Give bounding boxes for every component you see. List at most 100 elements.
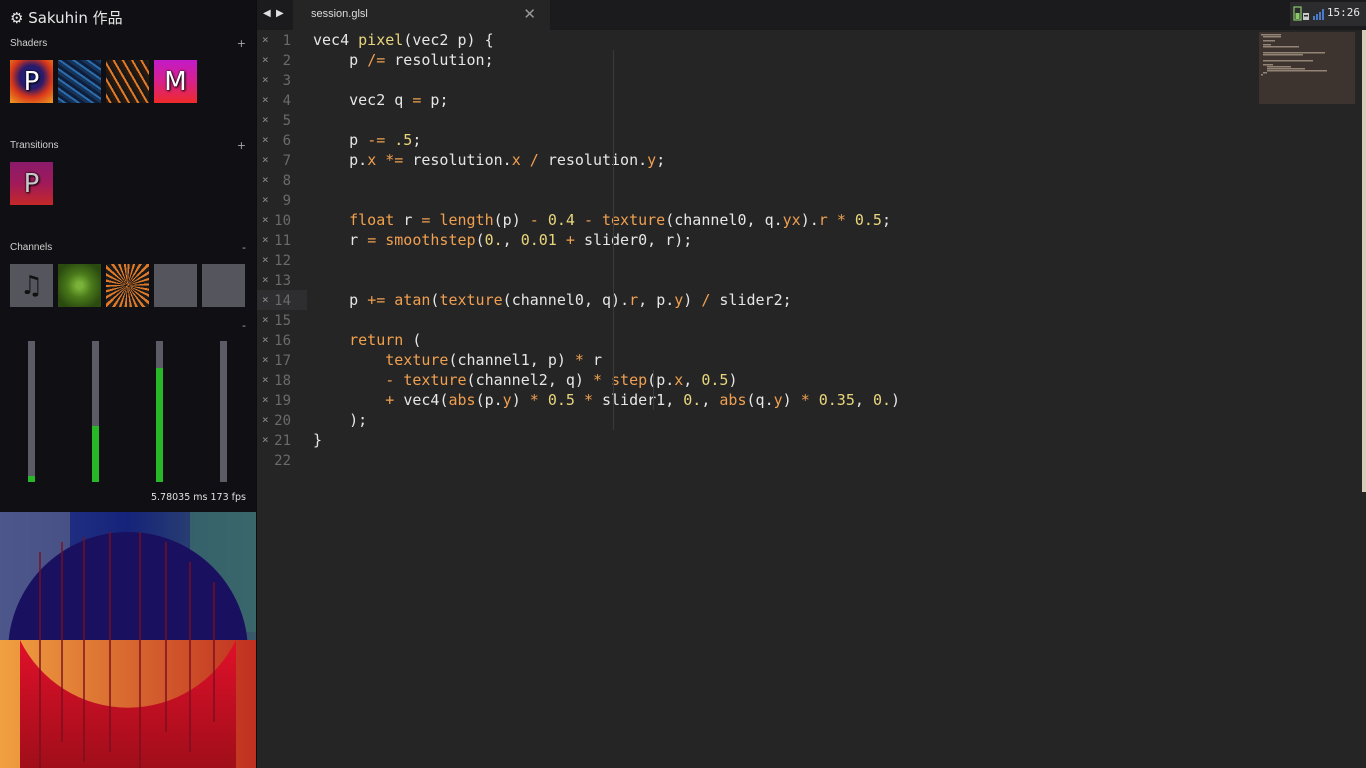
gutter-line[interactable]: × 10 bbox=[257, 210, 307, 230]
channel-slot-2[interactable] bbox=[58, 264, 101, 307]
gutter-mark-icon[interactable]: × bbox=[262, 273, 269, 286]
gutter-mark-icon[interactable]: × bbox=[262, 393, 269, 406]
gutter-line[interactable]: × 1 bbox=[257, 30, 307, 50]
tab-bar: ◀ ▶ session.glsl ✕ 15:26 bbox=[257, 0, 1366, 30]
tab-nav-forward-button[interactable]: ▶ bbox=[276, 8, 284, 19]
gutter-mark-icon[interactable]: × bbox=[262, 33, 269, 46]
gutter-line[interactable]: × 2 bbox=[257, 50, 307, 70]
gutter-line[interactable]: × 15 bbox=[257, 310, 307, 330]
code-line[interactable] bbox=[313, 190, 900, 210]
gutter-line[interactable]: × 14 bbox=[257, 290, 307, 310]
code-line[interactable]: vec4 pixel(vec2 p) { bbox=[313, 30, 900, 50]
gutter-line[interactable]: × 19 bbox=[257, 390, 307, 410]
code-line[interactable]: vec2 q = p; bbox=[313, 90, 900, 110]
gutter-mark-icon[interactable]: × bbox=[262, 133, 269, 146]
gutter-line[interactable]: × 17 bbox=[257, 350, 307, 370]
transition-thumb-1[interactable]: P bbox=[10, 162, 53, 205]
code-area[interactable]: vec4 pixel(vec2 p) { p /= resolution; ve… bbox=[313, 30, 900, 470]
gutter-line[interactable]: × 8 bbox=[257, 170, 307, 190]
remove-channel-button[interactable]: - bbox=[242, 241, 246, 254]
signal-icon bbox=[1313, 9, 1324, 20]
channel-slot-4[interactable] bbox=[154, 264, 197, 307]
code-line[interactable] bbox=[313, 110, 900, 130]
gutter-mark-icon[interactable]: × bbox=[262, 373, 269, 386]
code-line[interactable]: - texture(channel2, q) * step(p.x, 0.5) bbox=[313, 370, 900, 390]
minimap-preview bbox=[1261, 34, 1327, 76]
gutter-mark-icon[interactable]: × bbox=[262, 73, 269, 86]
code-line[interactable]: p += atan(texture(channel0, q).r, p.y) /… bbox=[313, 290, 900, 310]
gutter-mark-icon[interactable]: × bbox=[262, 213, 269, 226]
gutter-line[interactable]: × 7 bbox=[257, 150, 307, 170]
gutter-line[interactable]: × 3 bbox=[257, 70, 307, 90]
code-line[interactable] bbox=[313, 170, 900, 190]
code-line[interactable]: p -= .5; bbox=[313, 130, 900, 150]
gutter-mark-icon[interactable]: × bbox=[262, 353, 269, 366]
code-line[interactable]: return ( bbox=[313, 330, 900, 350]
vertical-scrollbar[interactable] bbox=[1362, 30, 1366, 492]
code-line[interactable]: p.x *= resolution.x / resolution.y; bbox=[313, 150, 900, 170]
add-transition-button[interactable]: + bbox=[237, 139, 246, 152]
code-line[interactable]: + vec4(abs(p.y) * 0.5 * slider1, 0., abs… bbox=[313, 390, 900, 410]
gutter-mark-icon[interactable]: × bbox=[262, 153, 269, 166]
code-line[interactable]: texture(channel1, p) * r bbox=[313, 350, 900, 370]
gutter-mark-icon[interactable]: × bbox=[262, 233, 269, 246]
code-line[interactable] bbox=[313, 270, 900, 290]
gutter-line[interactable]: × 13 bbox=[257, 270, 307, 290]
slider-3[interactable] bbox=[220, 341, 227, 482]
tab-session-glsl[interactable]: session.glsl ✕ bbox=[293, 0, 550, 30]
shader-thumb-3[interactable] bbox=[106, 60, 149, 103]
channel-slot-3[interactable] bbox=[106, 264, 149, 307]
code-editor[interactable]: ◀ ▶ session.glsl ✕ 15:26 × 1 × 2 × 3 × 4… bbox=[257, 0, 1366, 768]
channel-slot-5[interactable] bbox=[202, 264, 245, 307]
line-number: 22 bbox=[274, 453, 291, 469]
gutter-line[interactable]: × 6 bbox=[257, 130, 307, 150]
tab-nav-back-button[interactable]: ◀ bbox=[263, 8, 271, 19]
code-line[interactable]: p /= resolution; bbox=[313, 50, 900, 70]
code-line[interactable] bbox=[313, 250, 900, 270]
gutter-mark-icon[interactable]: × bbox=[262, 253, 269, 266]
shader-thumb-2[interactable] bbox=[58, 60, 101, 103]
slider-2[interactable] bbox=[156, 341, 163, 482]
gutter-line[interactable]: × 18 bbox=[257, 370, 307, 390]
line-number: 5 bbox=[282, 113, 291, 129]
code-line[interactable]: float r = length(p) - 0.4 - texture(chan… bbox=[313, 210, 900, 230]
code-line[interactable] bbox=[313, 70, 900, 90]
gutter-mark-icon[interactable]: × bbox=[262, 413, 269, 426]
shader-thumb-2-letter bbox=[58, 60, 101, 103]
shader-thumb-4[interactable]: M bbox=[154, 60, 197, 103]
gutter-line[interactable]: × 5 bbox=[257, 110, 307, 130]
tab-close-icon[interactable]: ✕ bbox=[523, 5, 536, 23]
minimap[interactable] bbox=[1259, 32, 1355, 104]
gutter-mark-icon[interactable]: × bbox=[262, 193, 269, 206]
gutter-mark-icon[interactable]: × bbox=[262, 313, 269, 326]
code-line[interactable] bbox=[313, 450, 900, 470]
line-number: 11 bbox=[274, 233, 291, 249]
shader-thumb-1[interactable]: P bbox=[10, 60, 53, 103]
gutter-mark-icon[interactable]: × bbox=[262, 113, 269, 126]
add-shader-button[interactable]: + bbox=[237, 37, 246, 50]
gutter-mark-icon[interactable]: × bbox=[262, 293, 269, 306]
channel-slot-1[interactable]: ♫ bbox=[10, 264, 53, 307]
sliders-collapse-button[interactable]: - bbox=[242, 319, 246, 332]
slider-0[interactable] bbox=[28, 341, 35, 482]
gutter-line[interactable]: × 12 bbox=[257, 250, 307, 270]
network-icon bbox=[1303, 13, 1309, 20]
gutter-mark-icon[interactable]: × bbox=[262, 433, 269, 446]
gutter-line[interactable]: × 20 bbox=[257, 410, 307, 430]
gutter-mark-icon[interactable]: × bbox=[262, 93, 269, 106]
code-line[interactable]: r = smoothstep(0., 0.01 + slider0, r); bbox=[313, 230, 900, 250]
line-number: 14 bbox=[274, 293, 291, 309]
gutter-line[interactable]: × 11 bbox=[257, 230, 307, 250]
gutter-line[interactable]: 22 bbox=[257, 450, 307, 470]
gutter-line[interactable]: × 21 bbox=[257, 430, 307, 450]
code-line[interactable]: ); bbox=[313, 410, 900, 430]
slider-1[interactable] bbox=[92, 341, 99, 482]
gutter-line[interactable]: × 4 bbox=[257, 90, 307, 110]
gutter-mark-icon[interactable]: × bbox=[262, 173, 269, 186]
code-line[interactable] bbox=[313, 310, 900, 330]
gutter-line[interactable]: × 16 bbox=[257, 330, 307, 350]
gutter-mark-icon[interactable]: × bbox=[262, 333, 269, 346]
code-line[interactable]: } bbox=[313, 430, 900, 450]
gutter-line[interactable]: × 9 bbox=[257, 190, 307, 210]
gutter-mark-icon[interactable]: × bbox=[262, 53, 269, 66]
